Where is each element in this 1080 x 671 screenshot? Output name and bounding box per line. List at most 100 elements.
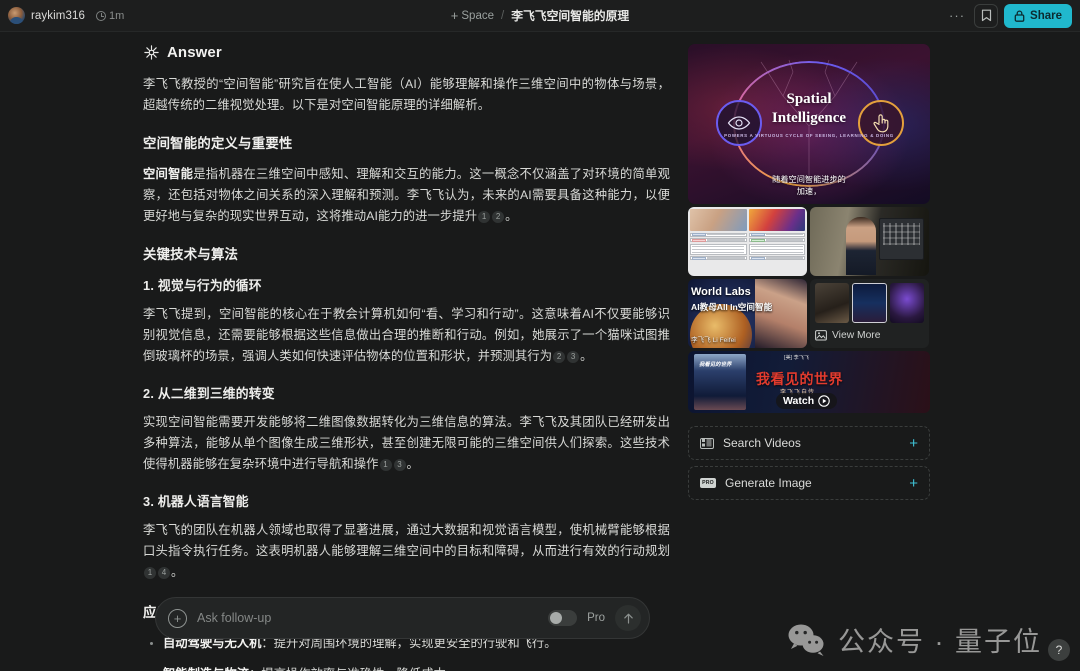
thread-title: 李飞飞空间智能的原理: [511, 9, 630, 23]
search-videos-label: Search Videos: [723, 436, 801, 450]
help-button[interactable]: ?: [1048, 639, 1070, 661]
citation-badge[interactable]: 3: [393, 458, 406, 471]
paper-answer-block: [748, 243, 805, 255]
avatar[interactable]: [8, 7, 25, 24]
pro-toggle[interactable]: [548, 610, 578, 626]
ask-follow-up-input[interactable]: [197, 611, 539, 625]
add-to-space-button[interactable]: + Space: [451, 9, 494, 22]
top-bar: raykim316 1m + Space / 李飞飞空间智能的原理 ··· Sh…: [0, 0, 1080, 32]
add-icon[interactable]: +: [909, 476, 918, 491]
portrait-figure: [846, 217, 876, 275]
paper-answer-block: [690, 243, 747, 255]
paper-image-depth: [748, 209, 805, 231]
thumbnail-row-1: [688, 207, 930, 276]
generate-image-action[interactable]: PRO Generate Image +: [688, 466, 930, 500]
book-cover-title: 我看见的世界: [699, 362, 732, 368]
bookmark-button[interactable]: [974, 3, 999, 28]
sentence-tail: 。: [580, 349, 593, 363]
paper-row-human-2: [690, 256, 747, 260]
view-more-label-row: View More: [815, 330, 924, 341]
app-root: raykim316 1m + Space / 李飞飞空间智能的原理 ··· Sh…: [0, 0, 1080, 671]
hero-image-spatial-intelligence[interactable]: Spatial Intelligence POWERS A VIRTUOUS C…: [688, 44, 930, 204]
citation-badge[interactable]: 1: [144, 566, 156, 579]
answer-title: Answer: [167, 44, 222, 61]
paper-column-right: [748, 209, 805, 274]
paper-tag: [750, 233, 765, 236]
top-bar-right: ··· Share: [822, 3, 1072, 28]
book-author-line: [美] 李飞飞: [784, 355, 810, 361]
search-videos-action[interactable]: Search Videos +: [688, 426, 930, 460]
preview-thumb: [890, 283, 925, 323]
more-options-button[interactable]: ···: [946, 5, 968, 27]
world-labs-name-line: 李飞飞 Li Feifei: [691, 337, 736, 344]
subsection-body-3: 李飞飞的团队在机器人领域也取得了显著进展，通过大数据和视觉语言模型，使机械臂能够…: [143, 520, 670, 583]
list-item-term: 智能制造与物流: [163, 667, 249, 671]
paper-text-line: [765, 239, 803, 241]
film-strip-glyph: [702, 439, 712, 447]
citation-badge[interactable]: 1: [478, 210, 491, 223]
subsection-body-1: 李飞飞提到，空间智能的核心在于教会计算机如何“看、学习和行动”。这意味着AI不仅…: [143, 304, 670, 367]
book-cover-graphic: 我看见的世界: [694, 354, 746, 410]
paper-image-rgb: [690, 209, 747, 231]
main-content: Answer 李飞飞教授的“空间智能”研究旨在使人工智能（AI）能够理解和操作三…: [0, 32, 1080, 671]
timestamp: 1m: [95, 9, 125, 22]
paper-text-line: [707, 233, 745, 236]
film-strip-icon: [700, 437, 714, 449]
add-icon[interactable]: +: [909, 436, 918, 451]
citation-badge[interactable]: 1: [379, 458, 392, 471]
paper-tag: [750, 256, 765, 260]
pro-toggle-knob: [550, 612, 563, 624]
hero-title-line1: Spatial: [786, 91, 832, 107]
paper-tag: [750, 238, 765, 242]
media-rail-inner: Spatial Intelligence POWERS A VIRTUOUS C…: [688, 44, 930, 500]
paper-row-human: [690, 232, 747, 237]
paper-tag: [692, 238, 706, 242]
answer-intro-paragraph: 李飞飞教授的“空间智能”研究旨在使人工智能（AI）能够理解和操作三维空间中的物体…: [143, 77, 670, 112]
hero-caption-line2: 加速，: [796, 187, 822, 196]
world-labs-subtitle: AI教母All In空间智能: [691, 302, 773, 312]
username-label: raykim316: [31, 9, 85, 22]
citation-badge[interactable]: 2: [553, 350, 566, 363]
breadcrumb: + Space / 李飞飞空间智能的原理: [258, 7, 822, 24]
subsection-heading-2: 2. 从二维到三维的转变: [143, 386, 275, 401]
paper-row-gpt: [690, 238, 747, 242]
paper-text-line: [765, 233, 803, 236]
section-heading-definition: 空间智能的定义与重要性: [143, 136, 293, 151]
hero-title: Spatial Intelligence: [688, 90, 930, 128]
world-labs-thumbnail[interactable]: World Labs AI教母All In空间智能 李飞飞 Li Feifei: [688, 279, 807, 348]
submit-button[interactable]: [615, 605, 641, 631]
hero-title-line2: Intelligence: [771, 110, 847, 126]
section-heading-key-tech: 关键技术与算法: [143, 247, 239, 262]
attach-button[interactable]: +: [168, 608, 187, 628]
citation-badge[interactable]: 3: [567, 350, 580, 363]
monitor-graphic: [879, 218, 924, 260]
inline-bold-term: 空间智能: [143, 167, 194, 181]
subsection-heading-1: 1. 视觉与行为的循环: [143, 278, 262, 293]
citation-badge[interactable]: 2: [492, 210, 505, 223]
paper-figure-thumbnail[interactable]: [688, 207, 807, 276]
ask-follow-up-bar: + Pro: [155, 597, 650, 639]
play-circle-icon: [818, 395, 830, 407]
preview-thumb: [815, 283, 849, 323]
view-more-card[interactable]: View More: [810, 279, 929, 348]
subsection-body-2: 实现空间智能需要开发能够将二维图像数据转化为三维信息的算法。李飞飞及其团队已经研…: [143, 412, 670, 475]
watch-button[interactable]: Watch: [776, 393, 838, 409]
thumbnail-row-2: World Labs AI教母All In空间智能 李飞飞 Li Feifei: [688, 279, 930, 348]
breadcrumb-separator: /: [501, 9, 505, 22]
paper-row-human: [748, 232, 805, 237]
subsection-heading-3: 3. 机器人语言智能: [143, 494, 249, 509]
share-button[interactable]: Share: [1004, 3, 1072, 28]
pro-toggle-label: Pro: [587, 612, 605, 624]
answer-sparkle-icon: [144, 45, 159, 60]
book-main-title: 我看见的世界: [756, 371, 843, 387]
time-ago-label: 1m: [108, 9, 125, 22]
sentence-tail: 。: [171, 565, 184, 579]
plus-icon: +: [450, 8, 459, 23]
hero-subtitle: POWERS A VIRTUOUS CYCLE OF SEEING, LEARN…: [724, 133, 894, 138]
book-video-thumbnail[interactable]: 我看见的世界 [美] 李飞飞 我看见的世界 李飞飞自传 Watch: [688, 351, 930, 413]
paper-row-human-2: [748, 256, 805, 260]
answer-header: Answer: [143, 44, 670, 61]
citation-badge[interactable]: 4: [158, 566, 170, 579]
top-bar-left: raykim316 1m: [8, 7, 258, 24]
fei-fei-li-portrait-thumbnail[interactable]: [810, 207, 929, 276]
